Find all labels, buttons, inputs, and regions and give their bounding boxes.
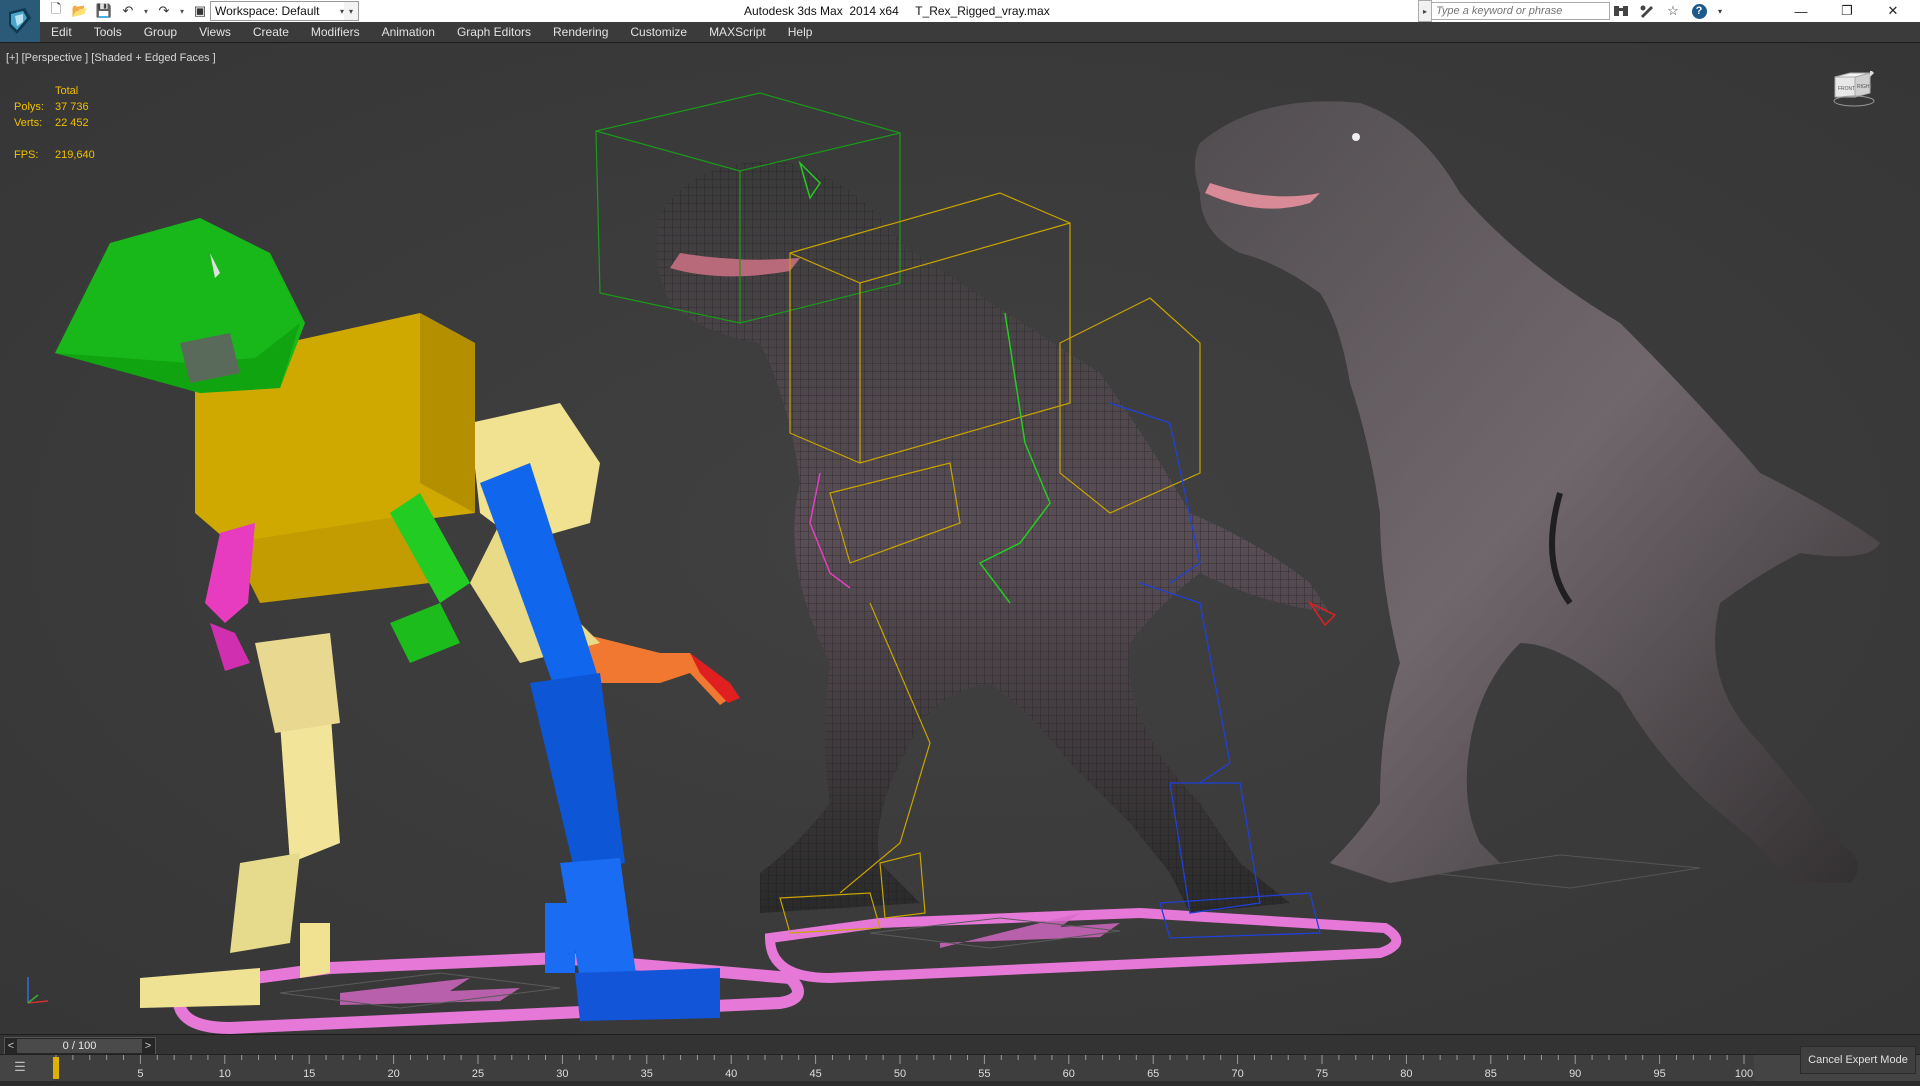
app-menu-button[interactable]	[0, 0, 40, 42]
project-folder-icon[interactable]: ▣	[190, 2, 210, 20]
timeline-tick-label: 85	[1485, 1068, 1497, 1080]
timeline-tick-label: 35	[641, 1068, 653, 1080]
favorites-star-icon[interactable]: ☆	[1664, 2, 1682, 20]
binoculars-icon[interactable]	[1612, 2, 1630, 20]
menu-views[interactable]: Views	[188, 25, 242, 39]
title-bar: 🗋 📂 💾 ↶ ▾ ↷ ▾ ▣ Workspace: Default ▾ ▾ A…	[0, 0, 1920, 23]
track-area[interactable]: 5 10 15 20 25 30 35 40 45 50 55 60 65 70 75 80 85 90 95 100	[54, 1055, 1754, 1081]
redo-icon[interactable]: ↷	[154, 2, 174, 20]
timeline-tick-label: 60	[1063, 1068, 1075, 1080]
timeline-tick-label: 95	[1653, 1068, 1665, 1080]
timeline-tick-label: 65	[1147, 1068, 1159, 1080]
timeline-tick-label: 10	[219, 1068, 231, 1080]
search-input[interactable]	[1432, 2, 1610, 20]
timeline-tick-label: 90	[1569, 1068, 1581, 1080]
timeline-tick-label: 40	[725, 1068, 737, 1080]
menu-rendering[interactable]: Rendering	[542, 25, 619, 39]
quick-access-toolbar: 🗋 📂 💾 ↶ ▾ ↷ ▾ ▣	[46, 1, 210, 21]
timeline-ticks: 5 10 15 20 25 30 35 40 45 50 55 60 65 70 75 80 85 90 95 100	[55, 1055, 1753, 1080]
verts-value: 22 452	[55, 117, 89, 129]
viewport-label[interactable]: [+] [Perspective ] [Shaded + Edged Faces…	[6, 52, 216, 64]
menu-tools[interactable]: Tools	[83, 25, 133, 39]
close-icon[interactable]: ✕	[1870, 0, 1916, 22]
viewcube-front: FRONT	[1838, 86, 1855, 92]
timeline-tick-label: 25	[472, 1068, 484, 1080]
undo-icon[interactable]: ↶	[118, 2, 138, 20]
stats-header: Total	[55, 85, 79, 97]
timeline-tick-label: 15	[303, 1068, 315, 1080]
undo-dropdown-icon[interactable]: ▾	[142, 2, 150, 20]
current-frame-marker[interactable]	[53, 1057, 59, 1079]
scene-render	[0, 43, 1920, 1035]
new-file-icon[interactable]: 🗋	[46, 1, 66, 20]
timeline-tick-label: 80	[1400, 1068, 1412, 1080]
workspace-label: Workspace: Default	[215, 4, 320, 18]
axis-tripod-icon	[18, 971, 58, 1016]
menu-edit[interactable]: Edit	[40, 25, 83, 39]
menu-bar: Edit Tools Group Views Create Modifiers …	[40, 22, 1920, 42]
viewport-statistics: Total Polys: 37 736 Verts: 22 452 FPS: 2…	[14, 83, 95, 163]
menu-graph-editors[interactable]: Graph Editors	[446, 25, 542, 39]
qat-customize-icon[interactable]: ▾	[344, 1, 359, 21]
menu-group[interactable]: Group	[133, 25, 188, 39]
cancel-expert-mode-button[interactable]: Cancel Expert Mode	[1800, 1046, 1916, 1074]
previous-frame-button[interactable]: <	[5, 1040, 17, 1052]
timeline-tick-label: 70	[1231, 1068, 1243, 1080]
viewcube-right: RIGHT	[1857, 84, 1873, 90]
track-bar-toggle-icon[interactable]: ☰	[8, 1059, 32, 1077]
menu-help[interactable]: Help	[777, 25, 824, 39]
menu-create[interactable]: Create	[242, 25, 300, 39]
time-slider-thumb[interactable]: 0 / 100	[17, 1039, 142, 1053]
communication-center-icon[interactable]	[1638, 2, 1656, 20]
timeline-tick-label: 50	[894, 1068, 906, 1080]
timeline-tick-label: 20	[387, 1068, 399, 1080]
timeline-tick-label: 5	[137, 1068, 143, 1080]
menu-customize[interactable]: Customize	[619, 25, 698, 39]
timeline-tick-label: 55	[978, 1068, 990, 1080]
workspace-dropdown[interactable]: Workspace: Default ▾	[210, 1, 350, 21]
polys-label: Polys:	[14, 101, 44, 113]
minimize-icon[interactable]: —	[1778, 0, 1824, 22]
verts-label: Verts:	[14, 117, 43, 129]
viewcube[interactable]: FRONT RIGHT	[1830, 69, 1882, 115]
polys-value: 37 736	[55, 101, 89, 113]
open-file-icon[interactable]: 📂	[70, 2, 90, 20]
stats-verts: Verts: 22 452	[14, 115, 95, 131]
fps-label: FPS:	[14, 149, 39, 161]
menu-maxscript[interactable]: MAXScript	[698, 25, 777, 39]
save-file-icon[interactable]: 💾	[94, 2, 114, 20]
help-dropdown-icon[interactable]: ▾	[1716, 2, 1724, 20]
window-controls: — ❐ ✕	[1778, 0, 1916, 22]
fps-value: 219,640	[55, 149, 95, 161]
infocenter-tools: ☆ ? ▾	[1612, 1, 1724, 21]
menu-animation[interactable]: Animation	[371, 25, 446, 39]
stats-fps: FPS: 219,640	[14, 147, 95, 163]
track-bar[interactable]: ☰ 5 10 15 20 25 30 35 40 45 50 55 60 65 70 75 80 85 90 95 1…	[0, 1054, 1920, 1081]
redo-dropdown-icon[interactable]: ▾	[178, 2, 186, 20]
timeline-tick-label: 100	[1735, 1068, 1753, 1080]
timeline-tick-label: 30	[556, 1068, 568, 1080]
restore-icon[interactable]: ❐	[1824, 0, 1870, 22]
window-title: Autodesk 3ds Max 2014 x64 T_Rex_Rigged_v…	[744, 4, 1050, 18]
menu-modifiers[interactable]: Modifiers	[300, 25, 371, 39]
3dsmax-logo-icon	[9, 8, 31, 34]
time-slider[interactable]: < 0 / 100 >	[4, 1037, 156, 1055]
perspective-viewport[interactable]: [+] [Perspective ] [Shaded + Edged Faces…	[0, 42, 1920, 1035]
time-slider-bar: < 0 / 100 >	[0, 1034, 1920, 1055]
next-frame-button[interactable]: >	[142, 1040, 154, 1052]
timeline-tick-label: 45	[809, 1068, 821, 1080]
search-expand-icon[interactable]: ▸	[1418, 0, 1432, 22]
infocenter-search: ▸	[1418, 0, 1610, 22]
stats-polys: Polys: 37 736	[14, 99, 95, 115]
timeline-tick-label: 75	[1316, 1068, 1328, 1080]
help-icon[interactable]: ?	[1690, 2, 1708, 20]
